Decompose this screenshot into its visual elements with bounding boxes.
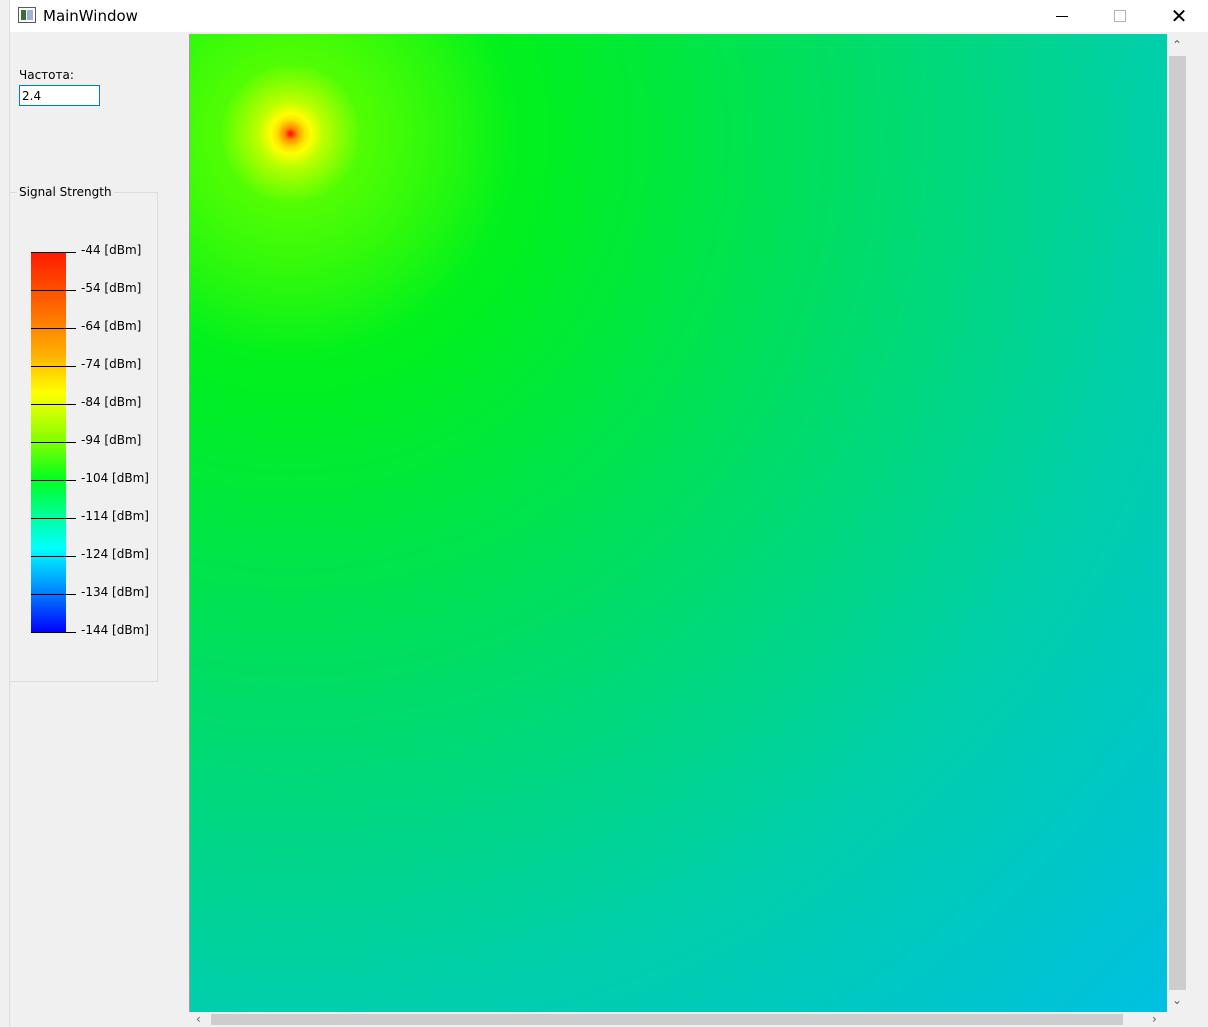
colorbar-tick-label: -54 [dBm] (81, 281, 142, 295)
colorbar-tick-label: -144 [dBm] (81, 623, 149, 637)
colorbar-tick-label: -64 [dBm] (81, 319, 142, 333)
vertical-scrollbar[interactable]: ⌃ ⌄ (1167, 34, 1188, 1012)
colorbar-tick (31, 594, 76, 595)
close-icon: ✕ (1170, 4, 1188, 28)
right-edge (1188, 34, 1208, 1027)
signal-strength-title: Signal Strength (17, 185, 114, 199)
colorbar-tick-label: -84 [dBm] (81, 395, 142, 409)
colorbar-tick (31, 404, 76, 405)
colorbar-tick (31, 366, 76, 367)
colorbar-tick (31, 290, 76, 291)
title-bar[interactable]: MainWindow ✕ (0, 0, 1208, 32)
colorbar-tick (31, 556, 76, 557)
colorbar-tick (31, 632, 76, 633)
colorbar-tick-label: -124 [dBm] (81, 547, 149, 561)
colorbar-tick-label: -44 [dBm] (81, 243, 142, 257)
scroll-left-icon[interactable]: ‹ (196, 1013, 201, 1025)
colorbar-tick (31, 252, 76, 253)
scroll-up-icon[interactable]: ⌃ (1172, 39, 1182, 51)
horizontal-scroll-thumb[interactable] (211, 1014, 1123, 1025)
signal-heatmap[interactable] (189, 34, 1167, 1012)
app-icon (18, 7, 36, 23)
vertical-scroll-thumb[interactable] (1169, 56, 1186, 990)
horizontal-scrollbar[interactable]: ‹ › (189, 1012, 1167, 1027)
colorbar-tick (31, 480, 76, 481)
colorbar-tick (31, 328, 76, 329)
colorbar-tick-label: -104 [dBm] (81, 471, 149, 485)
colorbar-tick-label: -94 [dBm] (81, 433, 142, 447)
maximize-icon (1114, 10, 1126, 22)
window-title: MainWindow (43, 7, 138, 25)
colorbar-tick-label: -134 [dBm] (81, 585, 149, 599)
minimize-button[interactable] (1033, 0, 1091, 32)
scroll-down-icon[interactable]: ⌄ (1172, 994, 1182, 1006)
frequency-label: Частота: (19, 68, 74, 82)
frequency-input[interactable] (19, 85, 100, 106)
minimize-icon (1056, 15, 1068, 17)
maximize-button[interactable] (1091, 0, 1149, 32)
scroll-right-icon[interactable]: › (1152, 1013, 1157, 1025)
close-button[interactable]: ✕ (1150, 0, 1208, 32)
colorbar-tick (31, 442, 76, 443)
colorbar-tick-label: -114 [dBm] (81, 509, 149, 523)
colorbar-tick (31, 518, 76, 519)
main-window: MainWindow ✕ Частота: Signal Strength -4… (0, 0, 1208, 1027)
colorbar-tick-label: -74 [dBm] (81, 357, 142, 371)
